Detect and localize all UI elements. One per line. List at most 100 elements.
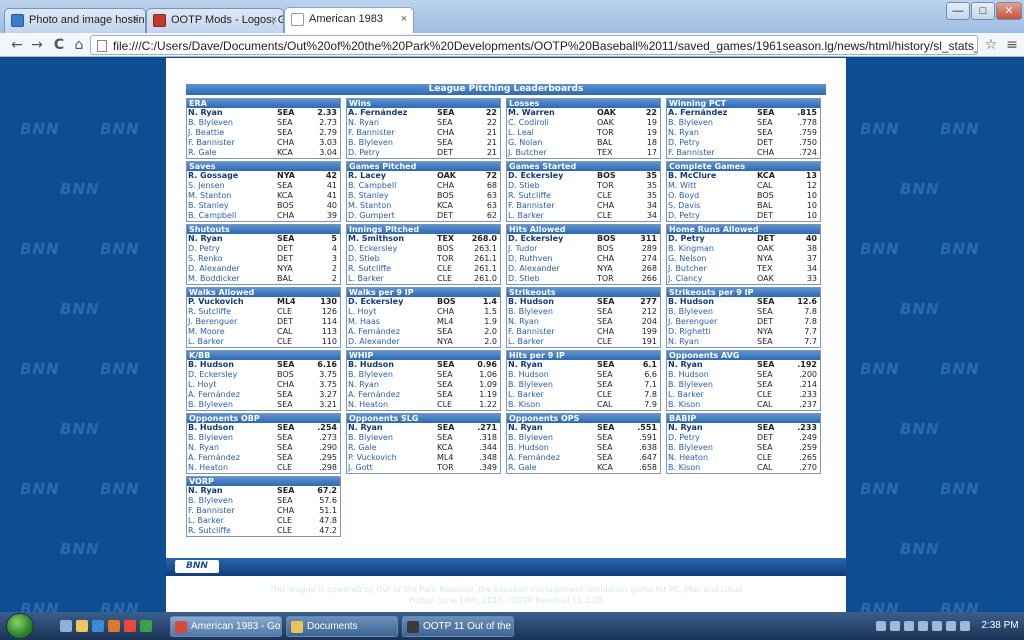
player-link[interactable]: N. Ryan (348, 118, 379, 128)
show-desktop-icon[interactable] (60, 620, 72, 632)
player-link[interactable]: R. Sutcliffe (348, 264, 391, 274)
player-link[interactable]: M. Stanton (188, 191, 231, 201)
player-link[interactable]: D. Petry (188, 244, 220, 254)
taskbar-item-documents[interactable]: Documents (286, 616, 398, 637)
player-link[interactable]: N. Ryan (188, 234, 223, 244)
player-link[interactable]: B. Kison (668, 400, 700, 410)
ie-icon[interactable] (92, 620, 104, 632)
tray-icon-2[interactable] (890, 621, 900, 631)
player-link[interactable]: N. Ryan (668, 337, 699, 347)
player-link[interactable]: F. Bannister (508, 201, 555, 211)
media-icon[interactable] (140, 620, 152, 632)
player-link[interactable]: B. Kison (508, 400, 540, 410)
player-link[interactable]: D. Righetti (668, 327, 711, 337)
player-link[interactable]: B. Hudson (668, 297, 714, 307)
player-link[interactable]: F. Bannister (508, 327, 555, 337)
player-link[interactable]: R. Gossage (188, 171, 238, 181)
player-link[interactable]: N. Ryan (508, 317, 539, 327)
player-link[interactable]: D. Alexander (508, 264, 560, 274)
player-link[interactable]: J. Butcher (668, 264, 707, 274)
tray-icon-4[interactable] (918, 621, 928, 631)
player-link[interactable]: M. Haas (348, 317, 380, 327)
player-link[interactable]: D. Petry (668, 234, 705, 244)
player-link[interactable]: R. Sutcliffe (188, 307, 231, 317)
player-link[interactable]: B. Blyleven (188, 118, 233, 128)
player-link[interactable]: P. Vuckovich (348, 453, 397, 463)
player-link[interactable]: N. Ryan (668, 360, 703, 370)
player-link[interactable]: N. Ryan (348, 423, 383, 433)
player-link[interactable]: G. Nelson (668, 254, 707, 264)
player-link[interactable]: N. Ryan (348, 380, 379, 390)
close-icon[interactable]: × (133, 14, 139, 26)
player-link[interactable]: N. Ryan (508, 423, 543, 433)
menu-icon[interactable]: ≡ (1003, 36, 1021, 54)
player-link[interactable]: D. Petry (668, 211, 700, 221)
player-link[interactable]: D. Petry (668, 138, 700, 148)
start-button[interactable] (6, 613, 34, 639)
player-link[interactable]: A. Fernández (348, 108, 407, 118)
player-link[interactable]: B. Stanley (188, 201, 229, 211)
tab-ootp-mods[interactable]: OOTP Mods - Logos, Grap × (146, 8, 284, 33)
chrome-icon[interactable] (124, 620, 136, 632)
player-link[interactable]: B. Blyleven (348, 433, 393, 443)
player-link[interactable]: L. Barker (188, 516, 224, 526)
player-link[interactable]: D. Eckersley (508, 171, 563, 181)
player-link[interactable]: L. Barker (668, 390, 704, 400)
tray-icon-3[interactable] (904, 621, 914, 631)
player-link[interactable]: L. Barker (508, 390, 544, 400)
bnn-logo[interactable]: BNN (175, 560, 219, 573)
player-link[interactable]: N. Ryan (188, 108, 223, 118)
player-link[interactable]: B. Blyleven (668, 380, 713, 390)
player-link[interactable]: J. Beattie (188, 128, 224, 138)
player-link[interactable]: B. Blyleven (188, 496, 233, 506)
player-link[interactable]: P. Vuckovich (188, 297, 244, 307)
player-link[interactable]: L. Leal (508, 128, 534, 138)
player-link[interactable]: M. Boddicker (188, 274, 240, 284)
player-link[interactable]: B. Blyleven (668, 443, 713, 453)
player-link[interactable]: N. Ryan (188, 486, 223, 496)
network-icon[interactable] (932, 621, 942, 631)
player-link[interactable]: N. Heaton (668, 453, 708, 463)
player-link[interactable]: B. Blyleven (348, 138, 393, 148)
player-link[interactable]: D. Alexander (348, 337, 400, 347)
player-link[interactable]: B. Campbell (348, 181, 396, 191)
player-link[interactable]: D. Stieb (348, 254, 380, 264)
player-link[interactable]: L. Hoyt (188, 380, 216, 390)
player-link[interactable]: L. Barker (348, 274, 384, 284)
player-link[interactable]: D. Ruthven (508, 254, 552, 264)
player-link[interactable]: D. Gumpert (348, 211, 395, 221)
player-link[interactable]: R. Sutcliffe (508, 191, 551, 201)
player-link[interactable]: A. Fernández (348, 327, 400, 337)
tab-photo-hosting[interactable]: Photo and image hosting, × (4, 8, 146, 33)
player-link[interactable]: B. Hudson (508, 297, 554, 307)
player-link[interactable]: J. Clancy (668, 274, 702, 284)
player-link[interactable]: B. Blyleven (188, 433, 233, 443)
player-link[interactable]: B. Hudson (668, 370, 709, 380)
player-link[interactable]: R. Gale (508, 463, 537, 473)
player-link[interactable]: B. Blyleven (508, 433, 553, 443)
player-link[interactable]: R. Gale (348, 443, 377, 453)
player-link[interactable]: L. Barker (508, 337, 544, 347)
player-link[interactable]: D. Stieb (508, 181, 540, 191)
player-link[interactable]: J. Tudor (508, 244, 537, 254)
player-link[interactable]: F. Bannister (348, 128, 395, 138)
home-button[interactable]: ⌂ (70, 36, 88, 54)
player-link[interactable]: A. Fernández (188, 390, 240, 400)
back-button[interactable]: ← (8, 36, 26, 54)
player-link[interactable]: B. Blyleven (348, 370, 393, 380)
clock[interactable]: 2:38 PM (980, 612, 1020, 640)
taskbar-item-ootp[interactable]: OOTP 11 Out of the ... (402, 616, 514, 637)
close-icon[interactable]: × (271, 14, 277, 26)
player-link[interactable]: S. Davis (668, 201, 700, 211)
player-link[interactable]: D. Petry (668, 433, 700, 443)
player-link[interactable]: B. Stanley (348, 191, 389, 201)
player-link[interactable]: D. Alexander (188, 264, 240, 274)
tray-icon-1[interactable] (876, 621, 886, 631)
player-link[interactable]: R. Lacey (348, 171, 386, 181)
firefox-icon[interactable] (108, 620, 120, 632)
player-link[interactable]: J. Berenguer (668, 317, 717, 327)
player-link[interactable]: B. McClure (668, 171, 716, 181)
player-link[interactable]: B. Kingman (668, 244, 714, 254)
player-link[interactable]: B. Hudson (508, 370, 549, 380)
address-bar[interactable]: file:///C:/Users/Dave/Documents/Out%20of… (90, 35, 978, 55)
